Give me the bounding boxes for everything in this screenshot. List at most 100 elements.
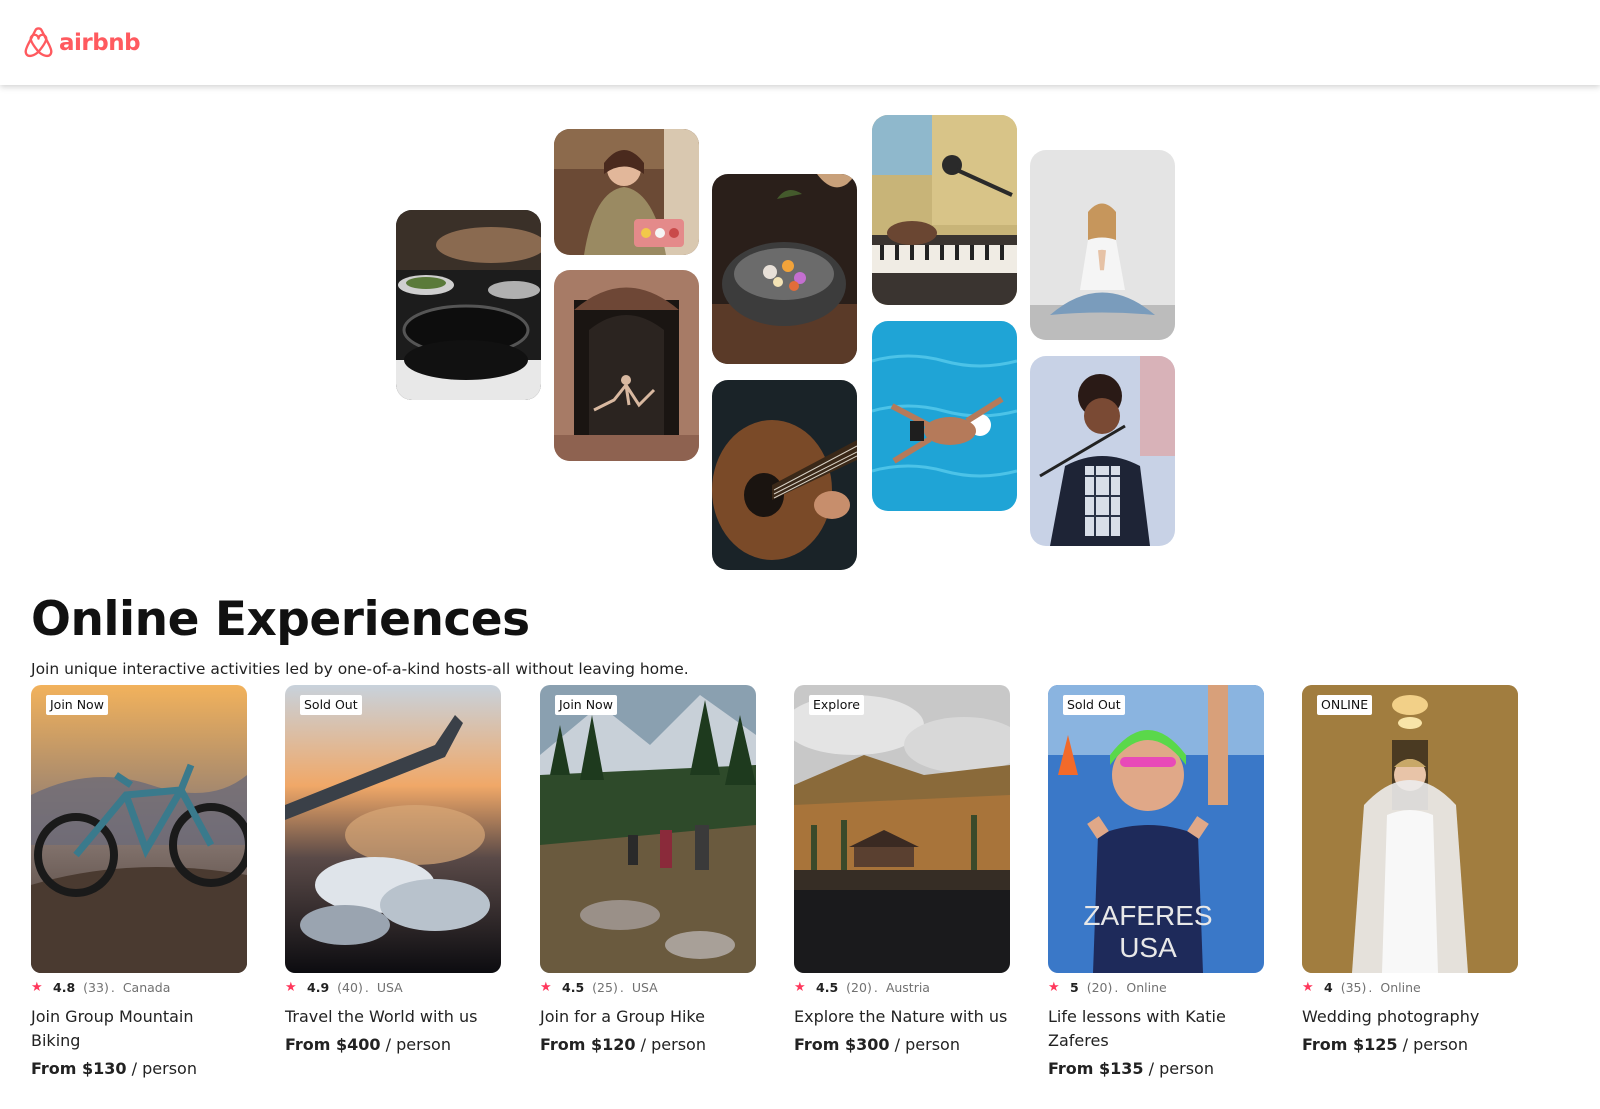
meta-dot: . <box>364 980 369 995</box>
card-photo: Join Now <box>540 685 756 973</box>
card-price-amount: From $135 <box>1048 1059 1144 1078</box>
svg-text:USA: USA <box>1119 932 1177 963</box>
site-header: airbnb <box>0 0 1600 85</box>
card-rating: 4 <box>1324 980 1333 995</box>
card-location: Austria <box>885 980 930 995</box>
group-hike-photo <box>540 685 756 973</box>
card-title[interactable]: Join for a Group Hike <box>540 1005 756 1029</box>
experience-cards: Join Now ★ 4.8 (33) . Canada Join Group … <box>31 685 1551 1085</box>
card-review-count: (33) <box>83 980 109 995</box>
status-badge: Join Now <box>46 695 108 715</box>
status-badge: Sold Out <box>1063 695 1125 715</box>
card-rating: 5 <box>1070 980 1079 995</box>
card-photo: ZAFERES USA Sold Out <box>1048 685 1264 973</box>
experience-card[interactable]: Sold Out ★ 4.9 (40) . USA Travel the Wor… <box>285 685 501 1057</box>
card-meta: ★ 4.8 (33) . Canada <box>31 980 247 996</box>
card-location: Online <box>1380 980 1421 995</box>
baker-with-pastries-photo <box>554 129 699 255</box>
airplane-wing-photo <box>285 685 501 973</box>
status-badge: Join Now <box>555 695 617 715</box>
mountain-bike-photo <box>31 685 247 973</box>
card-price-amount: From $120 <box>540 1035 636 1054</box>
card-price-amount: From $130 <box>31 1059 127 1078</box>
card-title[interactable]: Life lessons with Katie Zaferes <box>1048 1005 1264 1053</box>
card-review-count: (20) <box>1086 980 1113 995</box>
meta-dot: . <box>110 980 115 995</box>
card-meta: ★ 4.5 (20) . Austria <box>794 980 1010 996</box>
brand-wordmark: airbnb <box>59 30 141 56</box>
card-photo: Sold Out <box>285 685 501 973</box>
card-photo: Explore <box>794 685 1010 973</box>
card-meta: ★ 4.9 (40) . USA <box>285 980 501 996</box>
star-icon: ★ <box>1302 980 1314 995</box>
card-price-amount: From $400 <box>285 1035 381 1054</box>
experience-card[interactable]: ONLINE ★ 4 (35) . Online Wedding photogr… <box>1302 685 1518 1057</box>
card-rating: 4.5 <box>816 980 839 995</box>
status-badge: Sold Out <box>300 695 362 715</box>
star-icon: ★ <box>540 980 552 995</box>
card-location: Canada <box>122 980 171 995</box>
section-title: Online Experiences <box>31 592 530 647</box>
experience-card[interactable]: ZAFERES USA Sold Out ★ 5 (20) . Online L… <box>1048 685 1264 1081</box>
card-price-amount: From $300 <box>794 1035 890 1054</box>
card-price-unit: / person <box>1397 1035 1468 1054</box>
star-icon: ★ <box>285 980 297 995</box>
card-meta: ★ 5 (20) . Online <box>1048 980 1264 996</box>
card-price: From $400 / person <box>285 1033 501 1057</box>
yoga-meditation-photo <box>1030 150 1175 340</box>
dancer-in-doorway-photo <box>554 270 699 461</box>
card-title[interactable]: Wedding photography <box>1302 1005 1518 1029</box>
card-rating: 4.9 <box>307 980 330 995</box>
card-title[interactable]: Travel the World with us <box>285 1005 501 1029</box>
section-subtitle: Join unique interactive activities led b… <box>31 660 689 678</box>
cooking-pans-photo <box>396 210 541 400</box>
card-review-count: (40) <box>337 980 363 995</box>
card-price: From $130 / person <box>31 1057 247 1081</box>
meta-dot: . <box>873 980 878 995</box>
card-price-unit: / person <box>380 1035 451 1054</box>
card-title[interactable]: Join Group Mountain Biking <box>31 1005 247 1053</box>
card-price-unit: / person <box>126 1059 197 1078</box>
airbnb-logo-link[interactable]: airbnb <box>23 26 141 60</box>
card-review-count: (20) <box>846 980 872 995</box>
star-icon: ★ <box>31 980 43 995</box>
experience-card[interactable]: Join Now ★ 4.8 (33) . Canada Join Group … <box>31 685 247 1081</box>
card-photo: ONLINE <box>1302 685 1518 973</box>
lakeside-nature-photo <box>794 685 1010 973</box>
card-location: USA <box>631 980 658 995</box>
meta-dot: . <box>1368 980 1373 995</box>
card-review-count: (25) <box>592 980 618 995</box>
meta-dot: . <box>1114 980 1119 995</box>
star-icon: ★ <box>1048 980 1060 995</box>
card-location: Online <box>1126 980 1167 995</box>
card-rating: 4.8 <box>53 980 76 995</box>
card-location: USA <box>376 980 403 995</box>
status-badge: Explore <box>809 695 864 715</box>
card-price: From $300 / person <box>794 1033 1010 1057</box>
svg-text:ZAFERES: ZAFERES <box>1083 900 1212 931</box>
card-review-count: (35) <box>1340 980 1367 995</box>
card-price: From $120 / person <box>540 1033 756 1057</box>
meta-dot: . <box>619 980 624 995</box>
card-price-unit: / person <box>1143 1059 1214 1078</box>
singer-on-stage-photo <box>1030 356 1175 546</box>
airbnb-belo-icon <box>24 27 53 58</box>
hero-photo-collage <box>0 85 1600 585</box>
card-price: From $135 / person <box>1048 1057 1264 1081</box>
status-badge: ONLINE <box>1317 695 1373 715</box>
card-photo: Join Now <box>31 685 247 973</box>
swimmer-in-pool-photo <box>872 321 1017 511</box>
card-price-unit: / person <box>889 1035 960 1054</box>
experience-card[interactable]: Explore ★ 4.5 (20) . Austria Explore the… <box>794 685 1010 1057</box>
card-title[interactable]: Explore the Nature with us <box>794 1005 1010 1029</box>
card-meta: ★ 4 (35) . Online <box>1302 980 1518 996</box>
bride-wedding-photo <box>1302 685 1518 973</box>
card-price: From $125 / person <box>1302 1033 1518 1057</box>
card-price-unit: / person <box>635 1035 706 1054</box>
guitar-player-photo <box>712 380 857 570</box>
piano-and-microphone-photo <box>872 115 1017 305</box>
triathlete-photo: ZAFERES USA <box>1048 685 1264 973</box>
star-icon: ★ <box>794 980 806 995</box>
card-rating: 4.5 <box>562 980 585 995</box>
experience-card[interactable]: Join Now ★ 4.5 (25) . USA Join for a Gro… <box>540 685 756 1057</box>
